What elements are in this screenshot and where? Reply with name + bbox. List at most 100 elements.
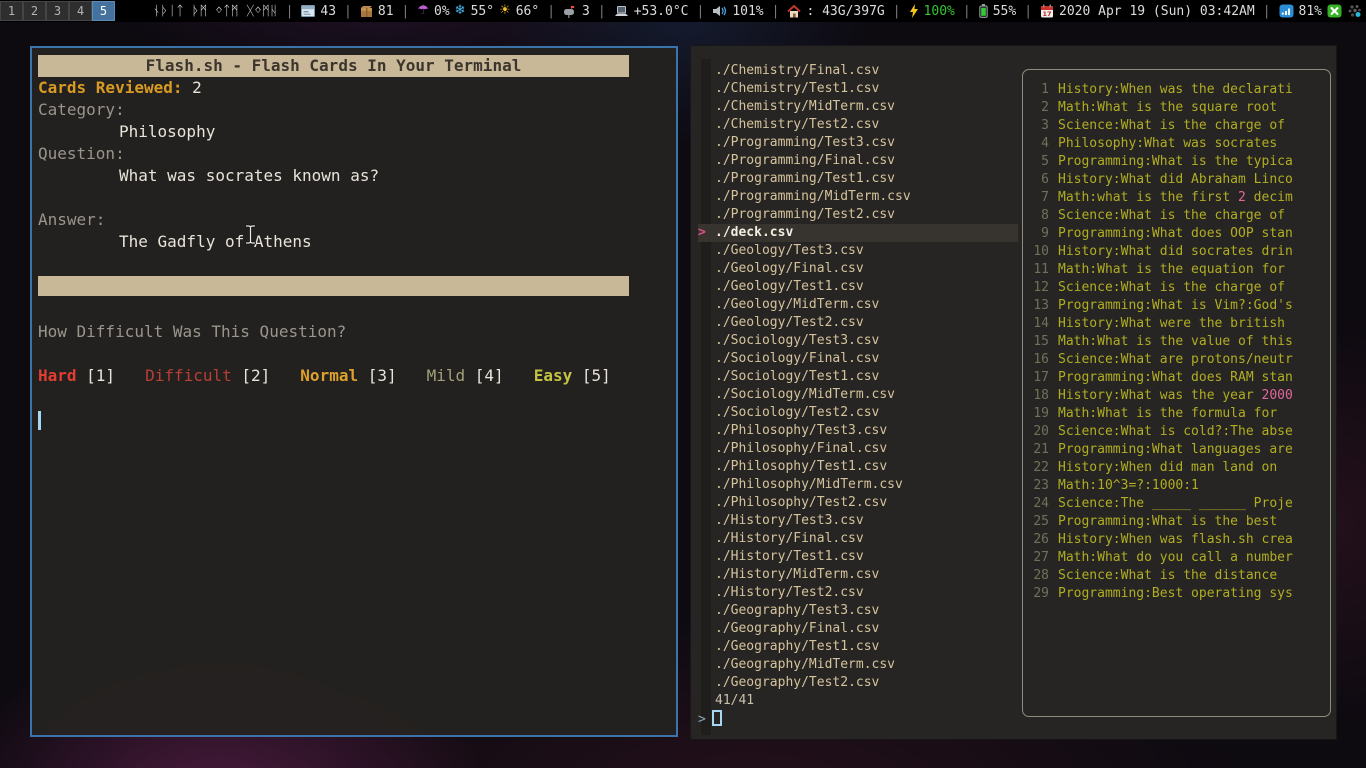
file-item[interactable]: ./Philosophy/MidTerm.csv (698, 476, 1018, 494)
file-item[interactable]: ./Chemistry/Final.csv (698, 62, 1018, 80)
file-item[interactable]: ./History/Final.csv (698, 530, 1018, 548)
difficulty-option-mild[interactable]: Mild [4] (427, 366, 504, 385)
file-path: ./Programming/MidTerm.csv (715, 188, 911, 206)
separator: | (344, 4, 352, 19)
laptop-icon (614, 5, 629, 17)
fzf-prompt[interactable]: > (698, 710, 722, 730)
difficulty-option-easy[interactable]: Easy [5] (534, 366, 611, 385)
workspace-button[interactable]: 4 (69, 1, 92, 21)
status-value: +53.0°C (634, 4, 689, 19)
mouse-cursor (244, 224, 257, 245)
file-item[interactable]: ./Chemistry/MidTerm.csv (698, 98, 1018, 116)
file-path: ./Philosophy/Test2.csv (715, 494, 887, 512)
file-item[interactable]: ./Geography/Test2.csv (698, 674, 1018, 692)
file-item[interactable]: ./Chemistry/Test2.csv (698, 116, 1018, 134)
workspace-button[interactable]: 5 (92, 1, 115, 21)
file-item[interactable]: ./Geology/Test1.csv (698, 278, 1018, 296)
close-icon[interactable] (1327, 4, 1342, 18)
difficulty-option-difficult[interactable]: Difficult [2] (145, 366, 270, 385)
file-path: ./Programming/Final.csv (715, 152, 895, 170)
cards-reviewed-label: Cards Reviewed: (38, 78, 183, 97)
pointer-icon (698, 602, 715, 620)
file-item[interactable]: ./Chemistry/Test1.csv (698, 80, 1018, 98)
cluster-icon[interactable] (1347, 4, 1362, 18)
desktop: 12345 ᚾᚦᛁᛏ ᚦᛗ ᛜᛏᛗ ᚷᛜᛗᚺ|43|81|☂0%❄55°☀66°… (0, 0, 1366, 768)
pointer-icon (698, 116, 715, 134)
workspace-button[interactable]: 1 (0, 1, 23, 21)
line-number: 8 (1023, 207, 1049, 225)
preview-text: Math:what is the first 2 decim (1058, 190, 1293, 205)
preview-text: History:What were the british (1058, 316, 1285, 331)
blank-line (38, 187, 670, 209)
line-number: 25 (1023, 513, 1049, 531)
separator: | (893, 4, 901, 19)
pointer-icon: > (698, 224, 715, 242)
status-value: 2020 Apr 19 (Sun) 03:42AM (1059, 4, 1255, 19)
workspace-button[interactable]: 2 (23, 1, 46, 21)
file-item[interactable]: ./Sociology/Test2.csv (698, 404, 1018, 422)
preview-text: Programming:What is the typica (1058, 154, 1293, 169)
file-item[interactable]: ./Philosophy/Test3.csv (698, 422, 1018, 440)
file-item[interactable]: ./Sociology/Final.csv (698, 350, 1018, 368)
finder-terminal-window[interactable]: ./Chemistry/Final.csv ./Chemistry/Test1.… (690, 45, 1337, 740)
file-item[interactable]: ./History/Test2.csv (698, 584, 1018, 602)
difficulty-option-normal[interactable]: Normal [3] (300, 366, 396, 385)
file-path: ./History/Test1.csv (715, 548, 864, 566)
snowflake-icon: ❄ (455, 4, 466, 18)
file-item[interactable]: ./Sociology/MidTerm.csv (698, 386, 1018, 404)
preview-text: Programming:What is the best (1058, 514, 1277, 529)
file-item[interactable]: ./Geography/Final.csv (698, 620, 1018, 638)
file-item[interactable]: >./deck.csv (698, 224, 1018, 242)
file-path: ./History/Test2.csv (715, 584, 864, 602)
status-value: 55° (471, 4, 494, 19)
file-item[interactable]: ./Programming/Test2.csv (698, 206, 1018, 224)
file-item[interactable]: ./Sociology/Test3.csv (698, 332, 1018, 350)
file-item[interactable]: ./Geography/MidTerm.csv (698, 656, 1018, 674)
file-item[interactable]: ./Geology/MidTerm.csv (698, 296, 1018, 314)
pointer-icon (698, 80, 715, 98)
preview-line: 26History:When was flash.sh crea (1023, 531, 1330, 549)
file-item[interactable]: ./Geology/Test3.csv (698, 242, 1018, 260)
file-item[interactable]: ./History/Test3.csv (698, 512, 1018, 530)
file-item[interactable]: ./Geography/Test3.csv (698, 602, 1018, 620)
file-item[interactable]: ./Philosophy/Test2.csv (698, 494, 1018, 512)
file-item[interactable]: ./Geography/Test1.csv (698, 638, 1018, 656)
line-number: 27 (1023, 549, 1049, 567)
blank-line (38, 253, 670, 275)
file-item[interactable]: ./History/Test1.csv (698, 548, 1018, 566)
file-path: ./Geography/Test3.csv (715, 602, 879, 620)
flashcard-terminal-window[interactable]: Flash.sh - Flash Cards In Your Terminal … (30, 46, 678, 737)
pointer-icon (698, 134, 715, 152)
bolt-icon (909, 4, 919, 18)
workspace-button[interactable]: 3 (46, 1, 69, 21)
line-number: 13 (1023, 297, 1049, 315)
file-item[interactable]: ./History/MidTerm.csv (698, 566, 1018, 584)
file-item[interactable]: ./Programming/Test1.csv (698, 170, 1018, 188)
workspace-switcher: 12345 (0, 0, 115, 22)
file-item[interactable]: ./Programming/Test3.csv (698, 134, 1018, 152)
preview-text: Science:The _____ ______ Proje (1058, 496, 1293, 511)
file-item[interactable]: ./Programming/Final.csv (698, 152, 1018, 170)
preview-line: 3Science:What is the charge of (1023, 117, 1330, 135)
difficulty-option-hard[interactable]: Hard [1] (38, 366, 115, 385)
input-line[interactable] (38, 409, 670, 431)
preview-text: History:What did socrates drin (1058, 244, 1293, 259)
file-item[interactable]: ./Programming/MidTerm.csv (698, 188, 1018, 206)
status-value: 81% (1299, 4, 1322, 19)
preview-line: 6History:What did Abraham Linco (1023, 171, 1330, 189)
status-power: 100% (909, 4, 955, 19)
file-path: ./Sociology/Test1.csv (715, 368, 879, 386)
file-item[interactable]: ./Philosophy/Test1.csv (698, 458, 1018, 476)
pointer-icon (698, 674, 715, 692)
preview-text: Science:What is the charge of (1058, 280, 1285, 295)
blank-line (38, 343, 670, 365)
status-disk: : 43G/397G (787, 4, 884, 19)
file-item[interactable]: ./Geology/Test2.csv (698, 314, 1018, 332)
preview-line: 21Programming:What languages are (1023, 441, 1330, 459)
file-path: ./Chemistry/Test1.csv (715, 80, 879, 98)
question-value: What was socrates known as? (38, 165, 670, 187)
file-item[interactable]: ./Geology/Final.csv (698, 260, 1018, 278)
file-item[interactable]: ./Philosophy/Final.csv (698, 440, 1018, 458)
file-item[interactable]: ./Sociology/Test1.csv (698, 368, 1018, 386)
preview-line: 10History:What did socrates drin (1023, 243, 1330, 261)
